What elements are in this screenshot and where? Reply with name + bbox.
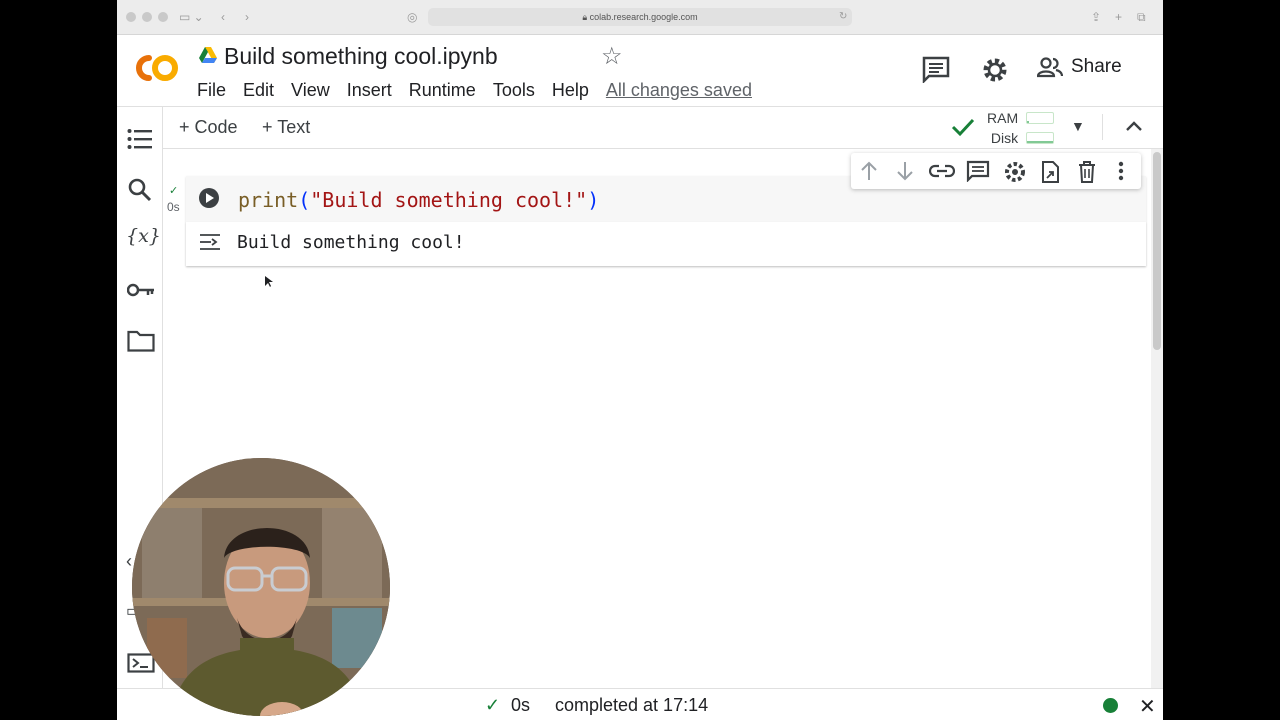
zoom-window-button[interactable] [158,12,168,22]
execution-success-icon: ✓ [169,185,179,197]
code-editor[interactable]: print("Build something cool!") [238,187,599,213]
code-string: "Build something cool!" [310,188,588,212]
mouse-cursor-icon [265,276,273,287]
move-cell-up-icon[interactable] [859,160,879,182]
scrollbar-thumb[interactable] [1153,152,1161,350]
header-divider [117,106,1163,107]
terminal-icon[interactable] [127,653,155,673]
menu-tools[interactable]: Tools [493,79,535,101]
share-page-icon[interactable]: ⇪ [1091,9,1101,25]
menu-runtime[interactable]: Runtime [409,79,476,101]
table-of-contents-icon[interactable] [127,128,153,150]
status-elapsed: 0s [511,695,531,715]
ram-label: RAM [987,110,1019,126]
share-label: Share [1071,56,1122,77]
connected-check-icon[interactable] [951,117,975,137]
webcam-overlay [132,458,390,716]
tab-overview-icon[interactable]: ⧉ [1137,9,1146,25]
lock-icon: 🔒︎ [582,12,590,22]
menu-help[interactable]: Help [552,79,589,101]
people-icon [1037,57,1063,78]
sidebar-toggle-icon[interactable]: ▭ ⌄ [179,9,204,25]
share-button[interactable]: Share [1037,56,1122,78]
menu-bar: File Edit View Insert Runtime Tools Help… [197,79,769,101]
new-tab-icon[interactable]: + [1115,9,1122,25]
add-comment-icon[interactable] [966,160,990,182]
reload-icon[interactable]: ↻ [839,9,847,25]
run-cell-button[interactable] [198,187,220,209]
disk-label: Disk [990,130,1019,146]
runtime-dropdown-icon[interactable]: ▼ [1071,118,1085,134]
status-check-icon: ✓ [485,695,501,715]
menu-insert[interactable]: Insert [347,79,392,101]
resource-monitor[interactable]: RAM Disk [987,108,1018,148]
code-close-paren: ) [587,188,600,212]
back-icon[interactable]: ‹ [221,9,225,25]
secrets-key-icon[interactable] [127,282,155,298]
toolbar-divider [1102,114,1103,140]
code-open-paren: ( [298,188,311,212]
save-status-link[interactable]: All changes saved [606,79,752,101]
minimize-window-button[interactable] [142,12,152,22]
extension-icon[interactable]: ◎ [407,9,417,25]
toolbar-divider-bottom [163,148,1163,149]
forward-icon[interactable]: › [245,9,249,25]
disk-meter [1026,132,1054,144]
add-text-button[interactable]: + Text [262,116,310,138]
colab-logo[interactable] [131,50,181,86]
variables-icon[interactable]: {x} [126,225,161,247]
presenter-video-image [132,458,390,716]
url-text: colab.research.google.com [589,12,698,22]
drive-icon [199,47,217,63]
settings-gear-icon[interactable] [980,55,1010,85]
menu-file[interactable]: File [197,79,226,101]
menu-view[interactable]: View [291,79,330,101]
close-status-icon[interactable]: ✕ [1139,694,1156,719]
browser-toolbar: ▭ ⌄ ‹ › ◎ 🔒︎ colab.research.google.com ↻… [117,0,1163,35]
ram-meter [1026,112,1054,124]
connection-status-dot[interactable] [1103,698,1118,713]
delete-cell-icon[interactable] [1077,160,1097,184]
cell-toolbar [851,153,1141,189]
link-icon[interactable] [929,163,955,179]
search-icon[interactable] [127,177,153,203]
execution-time: 0s [167,200,180,214]
comment-icon[interactable] [921,55,951,83]
mirror-cell-icon[interactable] [1040,160,1060,184]
move-cell-down-icon[interactable] [895,160,915,182]
files-folder-icon[interactable] [127,330,155,352]
star-icon[interactable]: ☆ [601,43,623,71]
close-window-button[interactable] [126,12,136,22]
output-actions-icon[interactable] [199,233,221,251]
code-function: print [238,188,299,212]
collapse-arrow-icon[interactable]: ‹ [126,551,132,572]
address-bar[interactable]: 🔒︎ colab.research.google.com [428,8,852,26]
status-completed-text[interactable]: completed at 17:14 [555,694,708,716]
menu-edit[interactable]: Edit [243,79,274,101]
collapse-header-icon[interactable] [1126,121,1142,131]
cell-output-text: Build something cool! [237,232,465,253]
add-code-button[interactable]: + Code [179,116,238,138]
notebook-title[interactable]: Build something cool.ipynb [224,43,498,70]
cell-settings-gear-icon[interactable] [1003,160,1027,184]
more-options-icon[interactable] [1117,160,1125,182]
